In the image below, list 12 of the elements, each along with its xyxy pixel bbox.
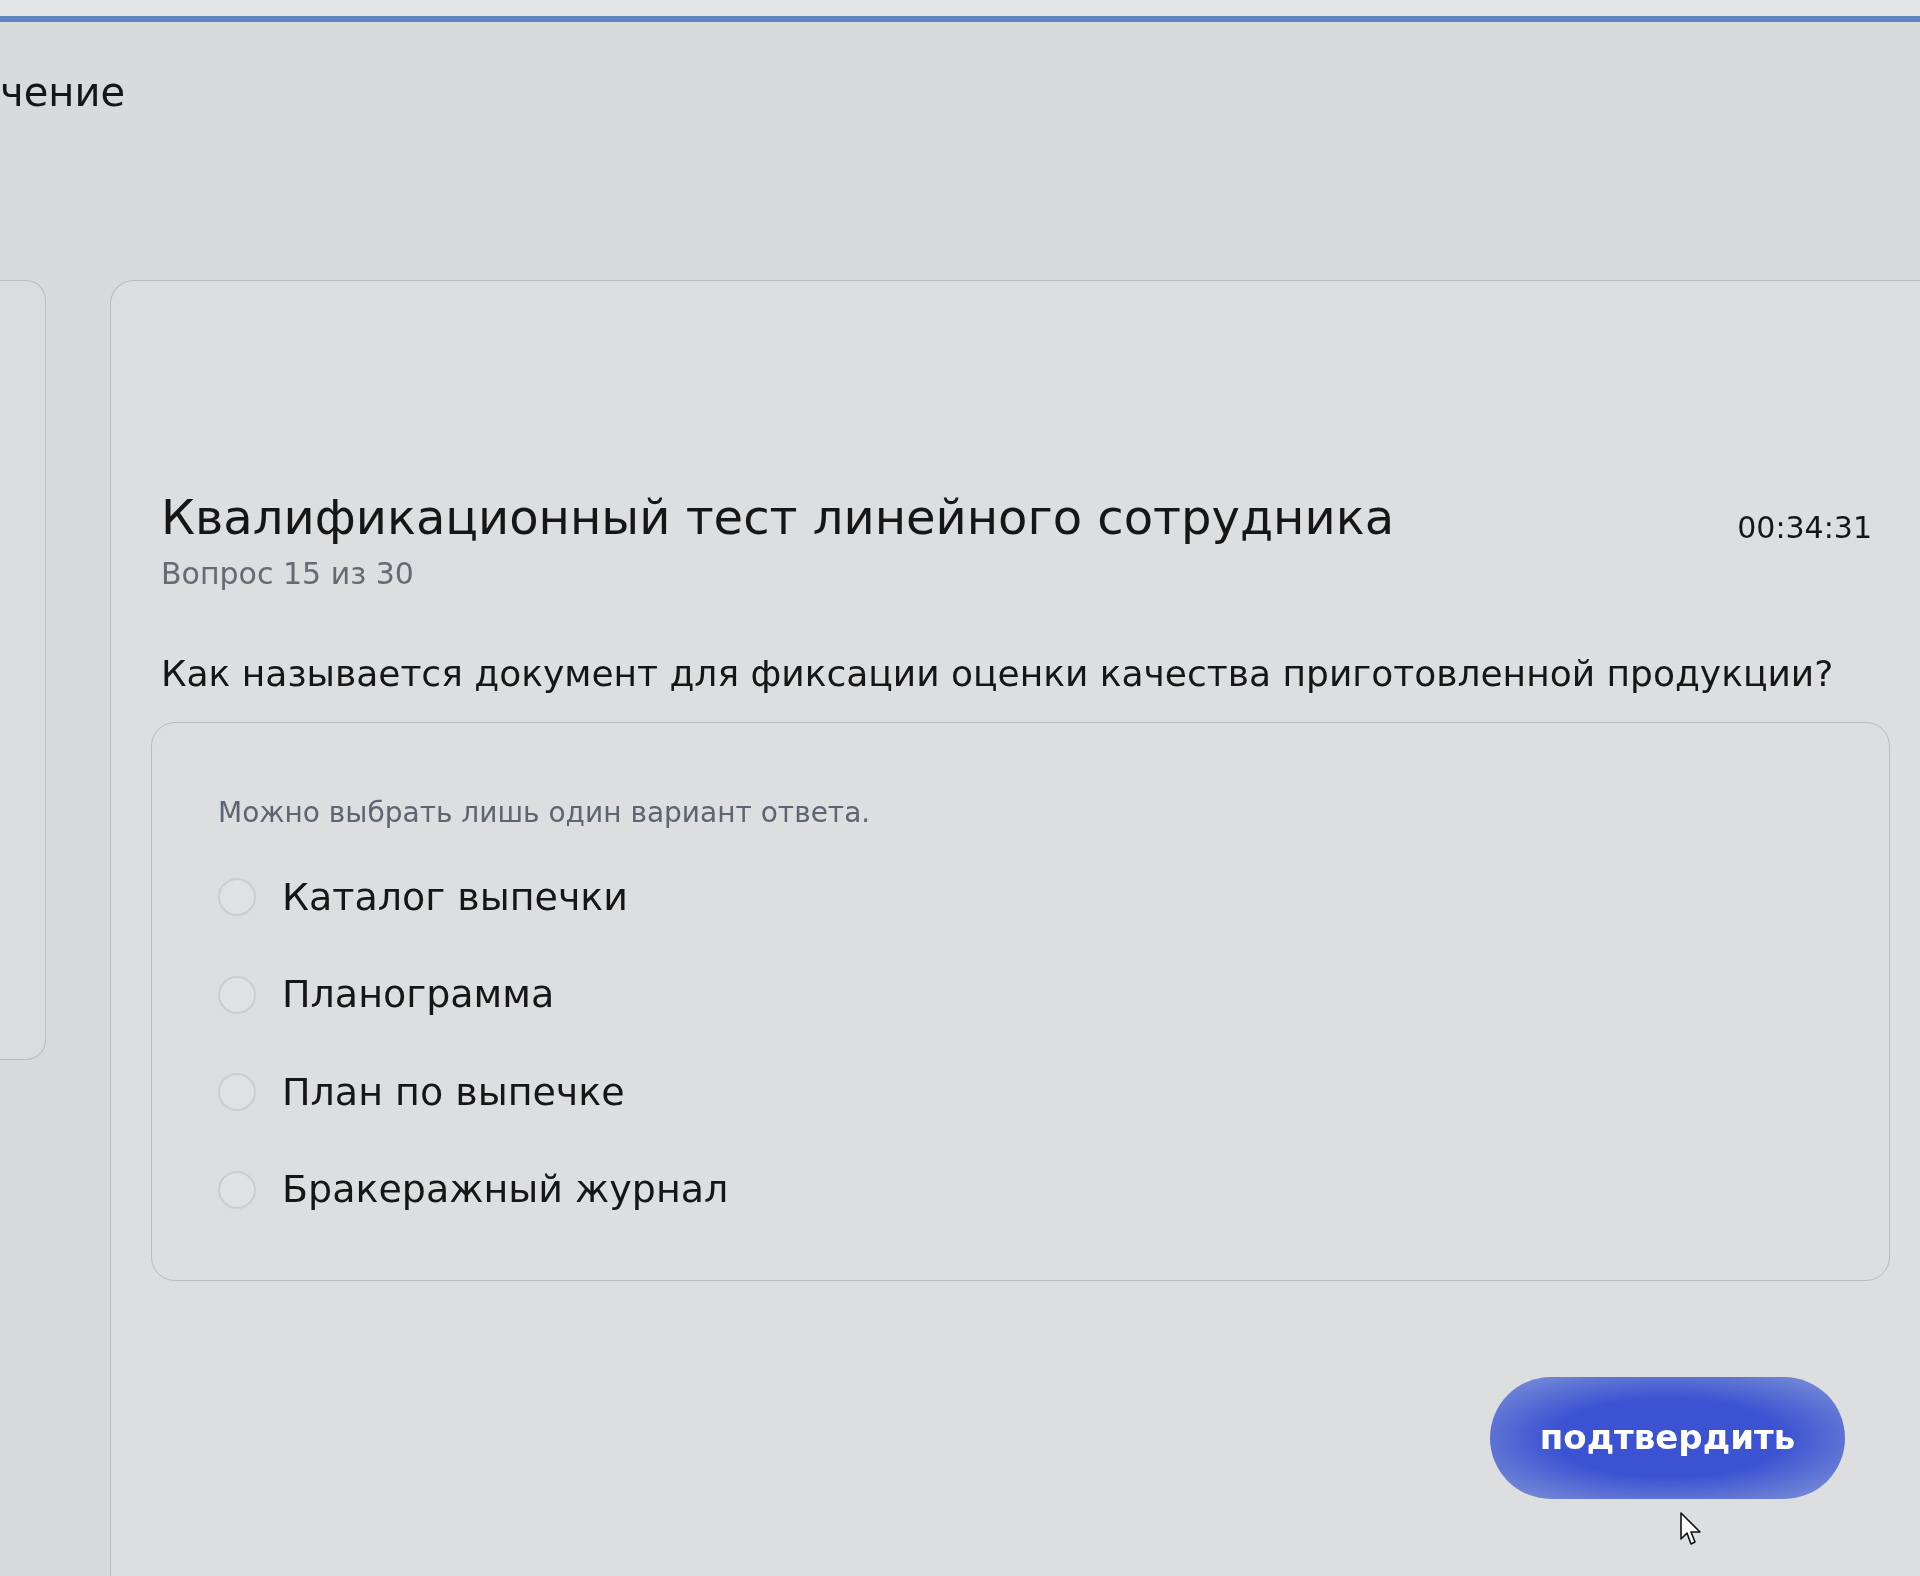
option-label[interactable]: Планограмма — [282, 971, 555, 1019]
option-label[interactable]: Каталог выпечки — [282, 873, 628, 921]
timer: 00:34:31 — [1737, 509, 1872, 547]
question-text: Как называется документ для фиксации оценки качества приготовленной продукции? — [160, 651, 1835, 696]
test-title: Квалификационный тест линейного сотрудника — [161, 488, 1395, 547]
hint-text: Можно выбрать лишь один вариант ответа. — [218, 794, 872, 830]
page-title: чение — [0, 72, 125, 112]
option-label[interactable]: План по выпечке — [282, 1068, 625, 1116]
option-label[interactable]: Бракеражный журнал — [282, 1166, 729, 1214]
confirm-button[interactable]: подтвердить — [1490, 1376, 1845, 1499]
question-counter: Вопрос 15 из 30 — [161, 555, 415, 593]
pointer-icon — [1680, 1512, 1702, 1546]
